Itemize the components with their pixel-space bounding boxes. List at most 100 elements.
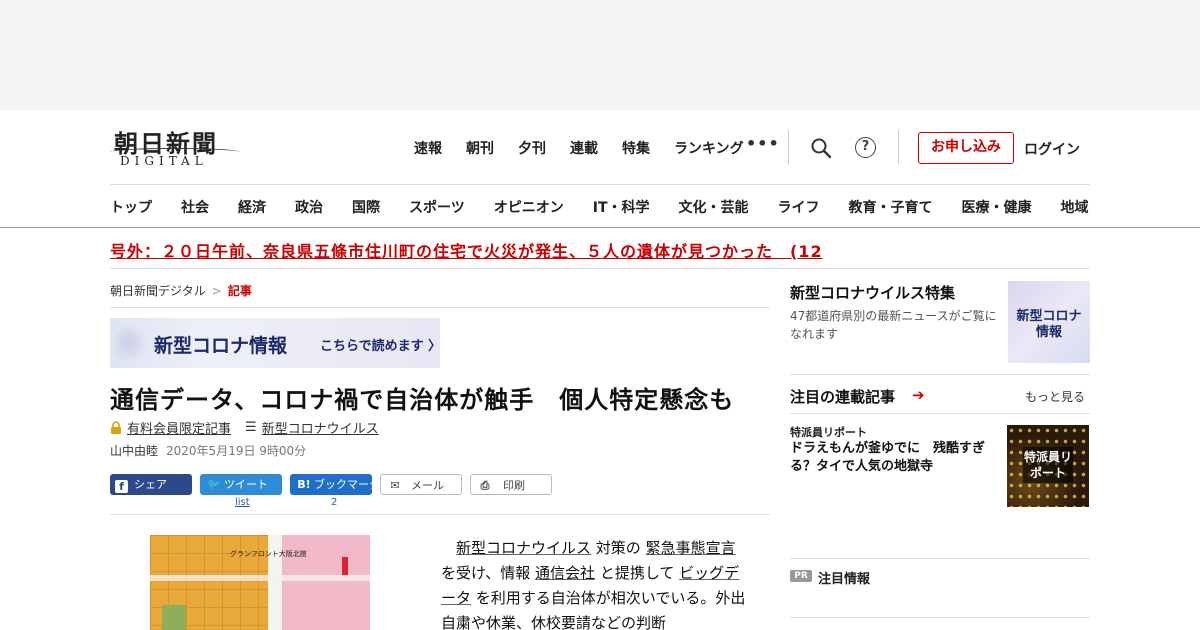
- keyword-link[interactable]: 緊急事態宣言: [646, 539, 736, 557]
- mail-share-button[interactable]: ✉ メール: [380, 474, 462, 495]
- divider: [110, 268, 1090, 269]
- breadcrumb: 朝日新聞デジタル > 記事: [110, 282, 252, 299]
- category-navigation: トップ 社会 経済 政治 国際 スポーツ オピニオン IT・科学 文化・芸能 ラ…: [110, 197, 1100, 217]
- search-icon[interactable]: [810, 137, 832, 159]
- map-label: グランフロント大阪北館: [230, 550, 307, 558]
- publish-date: 2020年5月19日 9時00分: [166, 444, 307, 458]
- hatena-bookmark-button[interactable]: B! ブックマーク: [290, 474, 380, 495]
- divider: [110, 514, 770, 515]
- mail-label: メール: [411, 479, 444, 492]
- feature-thumbnail[interactable]: 新型コロナ情報: [1008, 281, 1090, 363]
- body-text: 対策の: [591, 539, 646, 557]
- breadcrumb-current: 記事: [227, 284, 252, 298]
- map-road: [150, 575, 370, 581]
- category-region[interactable]: 地域: [1061, 197, 1089, 217]
- category-society[interactable]: 社会: [181, 197, 209, 217]
- body-text: を利用する自治体が相次いでいる。外出自粛や休業、休校要請などの判断: [441, 589, 746, 630]
- category-culture[interactable]: 文化・芸能: [679, 197, 749, 217]
- feature-thumbnail-text: 新型コロナ情報: [1016, 309, 1082, 340]
- feature-description: 47都道府県別の最新ニュースがご覧になれます: [790, 309, 997, 341]
- breadcrumb-home[interactable]: 朝日新聞デジタル: [110, 284, 206, 298]
- help-icon[interactable]: ?: [855, 137, 876, 158]
- topnav-item-ranking[interactable]: ランキング: [674, 138, 744, 158]
- divider: [110, 307, 770, 308]
- pr-badge: PR: [790, 570, 812, 582]
- keyword-link[interactable]: 通信会社: [535, 564, 595, 582]
- category-international[interactable]: 国際: [352, 197, 380, 217]
- author-name: 山中由睦: [110, 444, 159, 458]
- corona-info-banner[interactable]: 新型コロナ情報 こちらで読めます 〉: [110, 318, 440, 368]
- mail-icon: ✉: [390, 479, 400, 492]
- header-divider: [788, 130, 789, 164]
- more-menu-icon[interactable]: •••: [746, 134, 780, 153]
- advertisement-area: [0, 0, 1200, 110]
- print-button[interactable]: ⎙ 印刷: [470, 474, 552, 495]
- topnav-item-tokushu[interactable]: 特集: [622, 138, 650, 158]
- topnav-item-choukan[interactable]: 朝刊: [466, 138, 494, 158]
- banner-link-text: こちらで読めます 〉: [320, 339, 440, 354]
- top-navigation: 速報 朝刊 夕刊 連載 特集 ランキング: [414, 138, 768, 158]
- body-text: を受け、情報: [441, 564, 536, 582]
- breadcrumb-separator: >: [211, 284, 222, 298]
- category-top[interactable]: トップ: [110, 197, 152, 217]
- divider: [790, 374, 1090, 375]
- category-sports[interactable]: スポーツ: [409, 197, 465, 217]
- series-item-category: 特派員リポート: [790, 426, 867, 439]
- breaking-news-link[interactable]: 号外：２０日午前、奈良県五條市住川町の住宅で火災が発生、５人の遺体が見つかった …: [110, 238, 823, 262]
- series-item-title-link[interactable]: ドラえもんが釜ゆでに 残酷すぎる？タイで人気の地獄寺: [790, 440, 1002, 476]
- topnav-item-rensai[interactable]: 連載: [570, 138, 598, 158]
- keyword-link[interactable]: 新型コロナウイルス: [456, 539, 591, 557]
- divider: [790, 617, 1090, 618]
- topnav-item-yuukan[interactable]: 夕刊: [518, 138, 546, 158]
- banner-title: 新型コロナ情報: [154, 335, 288, 357]
- site-logo[interactable]: 朝日新聞 DIGITAL: [110, 124, 245, 168]
- category-life[interactable]: ライフ: [778, 197, 820, 217]
- twitter-tweet-button[interactable]: 🐦 ツイート: [200, 474, 282, 495]
- lock-icon: [111, 421, 121, 434]
- list-icon: ☰: [245, 420, 257, 435]
- map-park: [162, 605, 186, 630]
- bookmark-count[interactable]: 2: [331, 497, 337, 508]
- arrow-right-icon: ➔: [912, 386, 925, 404]
- divider: [790, 413, 1090, 414]
- topic-tag-link[interactable]: 新型コロナウイルス: [262, 418, 379, 437]
- print-label: 印刷: [503, 479, 525, 492]
- nav-divider: [110, 184, 1090, 185]
- article-meta: 有料会員限定記事 ☰ 新型コロナウイルス: [110, 418, 379, 437]
- article-map-image[interactable]: グランフロント大阪北館: [150, 535, 370, 630]
- facebook-share-label: シェア: [134, 478, 167, 491]
- hatena-bookmark-icon: B!: [297, 478, 311, 491]
- topnav-item-sokuho[interactable]: 速報: [414, 138, 442, 158]
- map-marker: [342, 557, 348, 575]
- members-only-label[interactable]: 有料会員限定記事: [127, 418, 231, 437]
- category-opinion[interactable]: オピニオン: [494, 197, 564, 217]
- twitter-tweet-label: ツイート: [224, 478, 268, 491]
- banner-decoration: [116, 324, 148, 362]
- twitter-bird-icon: 🐦: [207, 478, 221, 491]
- series-item-thumbnail[interactable]: 特派員リポート: [1007, 425, 1089, 507]
- see-more-link[interactable]: もっと見る: [1025, 388, 1085, 405]
- body-text: と提携して: [595, 564, 680, 582]
- byline: 山中由睦 2020年5月19日 9時00分: [110, 442, 306, 459]
- category-economy[interactable]: 経済: [238, 197, 266, 217]
- feature-title-link[interactable]: 新型コロナウイルス特集: [790, 282, 955, 303]
- login-link[interactable]: ログイン: [1024, 139, 1080, 159]
- facebook-share-button[interactable]: f シェア: [110, 474, 192, 495]
- signup-button[interactable]: お申し込み: [918, 132, 1014, 164]
- thumbnail-label: 特派員リポート: [1023, 447, 1073, 483]
- facebook-icon: f: [115, 480, 128, 493]
- tweet-count-link[interactable]: list: [235, 497, 250, 508]
- featured-series-heading[interactable]: 注目の連載記事: [790, 386, 895, 407]
- printer-icon: ⎙: [480, 479, 490, 492]
- category-health[interactable]: 医療・健康: [962, 197, 1032, 217]
- article-body: 新型コロナウイルス 対策の 緊急事態宣言 を受け、情報 通信会社 と提携して ビ…: [441, 536, 751, 630]
- hatena-bookmark-label: ブックマーク: [314, 478, 380, 491]
- category-politics[interactable]: 政治: [295, 197, 323, 217]
- site-header: 朝日新聞 DIGITAL 速報 朝刊 夕刊 連載 特集 ランキング ••• ? …: [0, 110, 1200, 228]
- pr-section-label: 注目情報: [818, 572, 871, 587]
- divider: [790, 558, 1090, 559]
- header-divider: [898, 130, 899, 164]
- logo-sub-text: DIGITAL: [120, 154, 208, 168]
- category-education[interactable]: 教育・子育て: [849, 197, 933, 217]
- category-it-science[interactable]: IT・科学: [593, 197, 650, 217]
